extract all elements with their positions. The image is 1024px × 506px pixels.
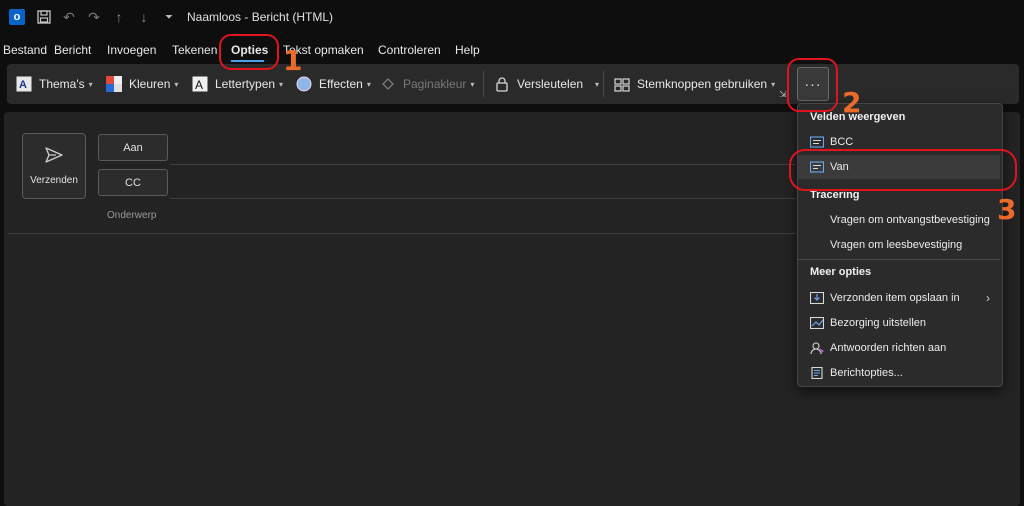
delay-delivery-label: Bezorging uitstellen	[830, 317, 927, 329]
annotation-ring-more	[787, 58, 838, 112]
read-receipt-label: Vragen om leesbevestiging	[830, 239, 963, 251]
tab-bericht[interactable]: Bericht	[54, 43, 91, 57]
arrow-up-icon[interactable]: ↑	[111, 9, 127, 25]
voting-icon	[614, 76, 630, 92]
paint-bucket-icon	[380, 76, 396, 92]
subject-field-divider	[8, 233, 796, 234]
cc-button[interactable]: CC	[98, 169, 168, 196]
tab-help[interactable]: Help	[455, 43, 480, 57]
redo-icon[interactable]: ↷	[86, 9, 102, 25]
chevron-right-icon: ›	[986, 291, 990, 305]
send-button[interactable]: Verzenden	[22, 133, 86, 199]
send-label: Verzenden	[30, 175, 78, 186]
tab-invoegen[interactable]: Invoegen	[107, 43, 156, 57]
svg-text:A: A	[19, 79, 27, 91]
save-sent-icon	[809, 291, 825, 305]
page-color-label: Paginakleur	[403, 77, 467, 91]
to-input[interactable]	[172, 140, 792, 160]
person-reply-icon	[810, 342, 824, 355]
dialog-launcher-icon[interactable]: ⇲	[779, 89, 787, 100]
delivery-receipt-label: Vragen om ontvangstbevestiging	[830, 214, 990, 226]
lock-icon	[494, 76, 510, 92]
bcc-field-icon	[809, 136, 825, 148]
annotation-ring-opties	[219, 34, 279, 70]
effects-label: Effecten	[319, 77, 363, 91]
delay-delivery-menu-item[interactable]: Bezorging uitstellen	[798, 311, 1000, 335]
menu-divider	[798, 259, 1000, 260]
bcc-label: BCC	[830, 136, 854, 148]
title-bar	[0, 0, 1024, 34]
voting-label: Stemknoppen gebruiken	[637, 77, 768, 91]
themes-button[interactable]: A Thema's ▾	[16, 75, 93, 93]
delivery-receipt-menu-item[interactable]: Vragen om ontvangstbevestiging	[798, 208, 1000, 232]
outlook-logo-icon: o	[9, 9, 25, 25]
save-sent-item-menu-item[interactable]: Verzonden item opslaan in ›	[798, 286, 1000, 310]
themes-icon: A	[16, 76, 32, 92]
fonts-button[interactable]: A Lettertypen ▾	[192, 75, 283, 93]
to-field-divider	[170, 164, 796, 165]
encrypt-button[interactable]: Versleutelen ▾	[494, 75, 599, 93]
subject-input[interactable]	[172, 206, 792, 228]
to-button[interactable]: Aan	[98, 134, 168, 161]
svg-text:A: A	[195, 78, 203, 92]
direct-replies-menu-item[interactable]: Antwoorden richten aan	[798, 336, 1000, 360]
effects-icon	[296, 76, 312, 92]
annotation-number-3: 3	[997, 193, 1017, 226]
message-options-icon	[810, 366, 824, 380]
customize-toolbar-icon[interactable]: ⏷	[161, 9, 177, 25]
voting-buttons-button[interactable]: Stemknoppen gebruiken ▾	[614, 75, 775, 93]
effects-button[interactable]: Effecten ▾	[296, 75, 371, 93]
message-options-menu-item[interactable]: Berichtopties...	[798, 361, 1000, 385]
cc-input[interactable]	[172, 174, 792, 194]
colors-icon	[106, 76, 122, 92]
tab-controleren[interactable]: Controleren	[378, 43, 441, 57]
message-options-label: Berichtopties...	[830, 367, 903, 379]
read-receipt-menu-item[interactable]: Vragen om leesbevestiging	[798, 233, 1000, 257]
annotation-number-1: 1	[283, 44, 303, 77]
subject-label: Onderwerp	[107, 210, 157, 221]
cc-field-divider	[170, 198, 796, 199]
direct-replies-label: Antwoorden richten aan	[830, 342, 947, 354]
undo-icon[interactable]: ↶	[61, 9, 77, 25]
delay-delivery-icon	[809, 316, 825, 330]
fonts-icon: A	[192, 76, 208, 92]
save-sent-label: Verzonden item opslaan in	[830, 292, 960, 304]
themes-label: Thema's	[39, 77, 85, 91]
ribbon-divider	[483, 71, 484, 97]
colors-button[interactable]: Kleuren ▾	[106, 75, 178, 93]
tab-bestand[interactable]: Bestand	[3, 43, 47, 57]
arrow-down-icon[interactable]: ↓	[136, 9, 152, 25]
save-icon[interactable]	[36, 9, 52, 25]
annotation-ring-van	[789, 149, 1017, 191]
window-title: Naamloos - Bericht (HTML)	[187, 10, 334, 24]
tab-tekenen[interactable]: Tekenen	[172, 43, 217, 57]
page-color-button[interactable]: Paginakleur ▾	[380, 75, 474, 93]
fonts-label: Lettertypen	[215, 77, 276, 91]
send-icon	[44, 146, 64, 169]
annotation-number-2: 2	[842, 86, 862, 119]
section-more-options: Meer opties	[810, 266, 872, 278]
ribbon-divider	[603, 71, 604, 97]
encrypt-label: Versleutelen	[517, 77, 584, 91]
colors-label: Kleuren	[129, 77, 171, 91]
